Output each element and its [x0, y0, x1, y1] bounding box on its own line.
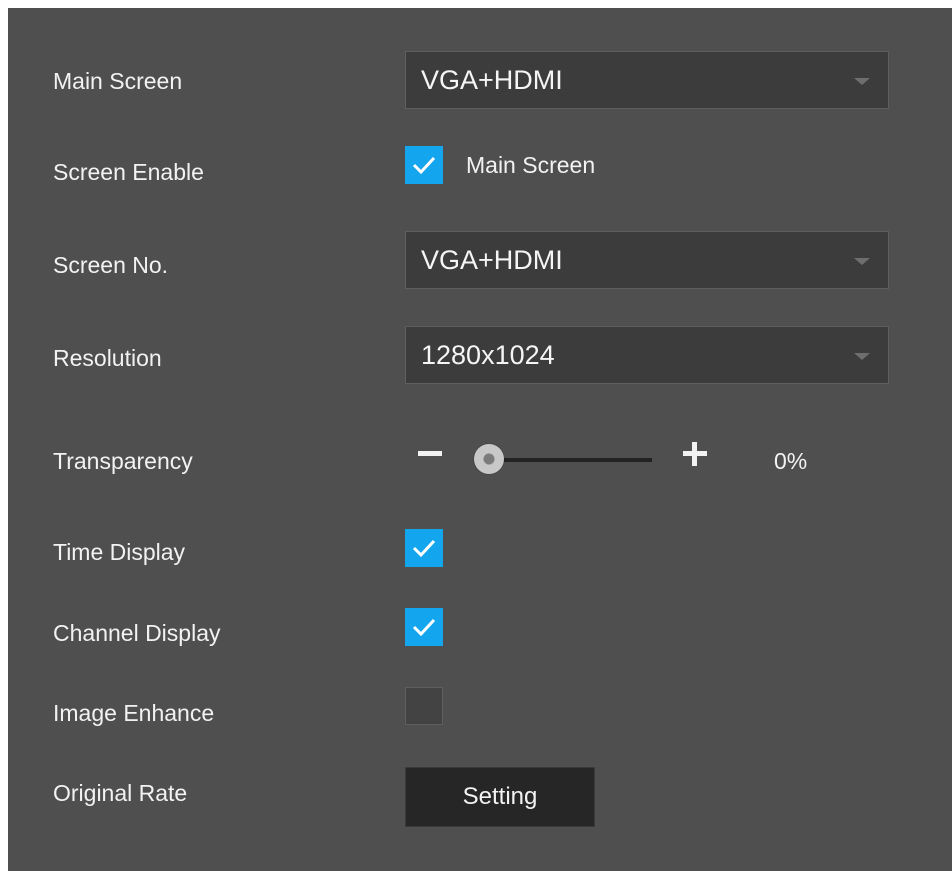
caret-down-icon — [854, 258, 870, 265]
check-icon — [412, 156, 436, 175]
display-settings-panel: Main Screen VGA+HDMI Screen Enable Main … — [8, 8, 952, 871]
check-icon — [412, 539, 436, 558]
screen-no-select[interactable]: VGA+HDMI — [405, 231, 889, 289]
transparency-label: Transparency — [53, 448, 193, 474]
setting-button[interactable]: Setting — [405, 767, 595, 827]
main-screen-select[interactable]: VGA+HDMI — [405, 51, 889, 109]
caret-down-icon — [854, 353, 870, 360]
resolution-label: Resolution — [53, 345, 162, 371]
screen-no-label: Screen No. — [53, 252, 169, 278]
resolution-value: 1280x1024 — [421, 340, 555, 370]
image-enhance-checkbox[interactable] — [405, 687, 443, 725]
plus-icon[interactable] — [683, 442, 707, 466]
main-screen-value: VGA+HDMI — [421, 65, 563, 95]
minus-icon[interactable] — [418, 451, 442, 456]
screen-enable-label: Screen Enable — [53, 159, 204, 185]
original-rate-label: Original Rate — [53, 780, 188, 806]
time-display-label: Time Display — [53, 539, 186, 565]
caret-down-icon — [854, 78, 870, 85]
main-screen-checkbox-label[interactable]: Main Screen — [466, 152, 595, 179]
channel-display-checkbox[interactable] — [405, 608, 443, 646]
main-screen-label: Main Screen — [53, 68, 183, 94]
screen-no-value: VGA+HDMI — [421, 245, 563, 275]
main-screen-checkbox[interactable] — [405, 146, 443, 184]
channel-display-label: Channel Display — [53, 620, 221, 646]
transparency-slider-track[interactable] — [486, 458, 652, 462]
check-icon — [412, 618, 436, 637]
transparency-slider-handle[interactable] — [474, 444, 504, 474]
transparency-value: 0% — [774, 448, 808, 474]
image-enhance-label: Image Enhance — [53, 700, 215, 726]
resolution-select[interactable]: 1280x1024 — [405, 326, 889, 384]
time-display-checkbox[interactable] — [405, 529, 443, 567]
